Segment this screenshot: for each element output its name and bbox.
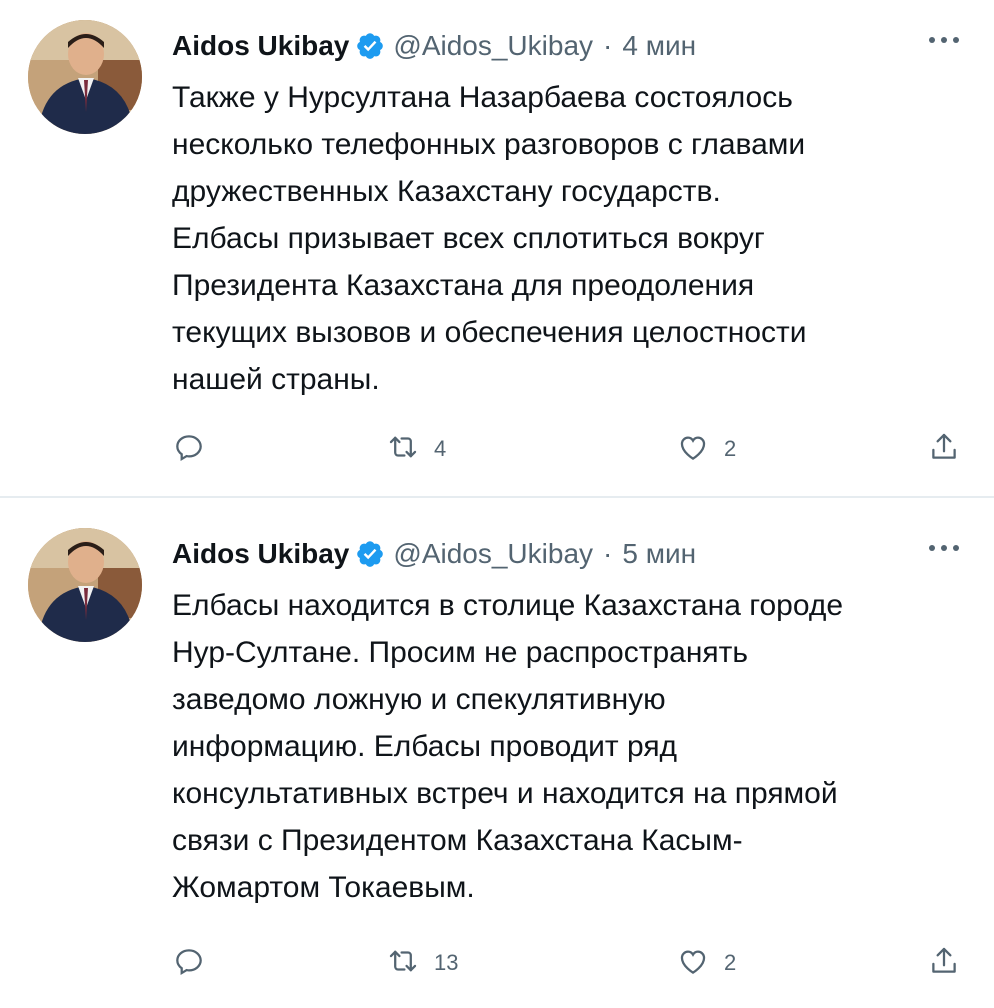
tweet-timestamp[interactable]: 4 мин <box>622 30 696 62</box>
tweet-text-line: Елбасы находится в столице Казахстана го… <box>172 589 844 622</box>
share-icon <box>927 430 961 469</box>
tweet-header: Aidos Ukibay @Aidos_Ukibay · 5 мин <box>172 532 696 576</box>
like-count: 2 <box>724 950 737 975</box>
tweet[interactable]: Aidos Ukibay @Aidos_Ukibay · 4 мин Также… <box>0 0 994 496</box>
like-icon <box>676 944 710 983</box>
reply-button[interactable] <box>172 424 206 474</box>
tweet-text-line: Нур-Султане. Просим не распространять <box>172 636 749 669</box>
tweet-text-line: Президента Казахстана для преодоления <box>172 269 755 302</box>
tweet-text: Также у Нурсултана Назарбаева состоялось… <box>172 74 972 403</box>
reply-icon <box>172 944 206 983</box>
tweet-divider <box>0 496 994 498</box>
author-handle[interactable]: @Aidos_Ukibay <box>393 30 593 62</box>
author-handle[interactable]: @Aidos_Ukibay <box>393 538 593 570</box>
reply-button[interactable] <box>172 938 206 988</box>
tweet-actions: 13 2 <box>172 938 972 988</box>
tweet-text-line: заведомо ложную и спекулятивную <box>172 683 666 716</box>
retweet-count: 4 <box>434 436 447 461</box>
tweet-text: Елбасы находится в столице Казахстана го… <box>172 582 972 911</box>
tweet-timestamp[interactable]: 5 мин <box>622 538 696 570</box>
separator-dot: · <box>603 30 613 61</box>
retweet-icon <box>386 944 420 983</box>
like-icon <box>676 430 710 469</box>
tweet-header: Aidos Ukibay @Aidos_Ukibay · 4 мин <box>172 24 696 68</box>
tweet-text-line: Также у Нурсултана Назарбаева состоялось <box>172 81 793 114</box>
retweet-icon <box>386 430 420 469</box>
verified-badge-icon <box>355 539 385 569</box>
tweet-text-line: нашей страны. <box>172 363 380 396</box>
tweet-text-line: Елбасы призывает всех сплотиться вокруг <box>172 222 765 255</box>
tweet[interactable]: Aidos Ukibay @Aidos_Ukibay · 5 мин Елбас… <box>0 500 994 1008</box>
retweet-button[interactable]: 13 <box>386 938 458 988</box>
tweet-text-line: дружественных Казахстану государств. <box>172 175 721 208</box>
share-icon <box>927 944 961 983</box>
more-icon[interactable] <box>924 538 964 558</box>
share-button[interactable] <box>927 938 961 988</box>
reply-icon <box>172 430 206 469</box>
more-icon[interactable] <box>924 30 964 50</box>
tweet-text-line: консультативных встреч и находится на пр… <box>172 777 838 810</box>
author-name[interactable]: Aidos Ukibay <box>172 538 349 570</box>
like-count: 2 <box>724 436 737 461</box>
avatar[interactable] <box>28 528 142 642</box>
like-button[interactable]: 2 <box>676 938 736 988</box>
like-button[interactable]: 2 <box>676 424 736 474</box>
retweet-button[interactable]: 4 <box>386 424 446 474</box>
verified-badge-icon <box>355 31 385 61</box>
tweet-text-line: информацию. Елбасы проводит ряд <box>172 730 678 763</box>
tweet-text-line: несколько телефонных разговоров с главам… <box>172 128 806 161</box>
tweet-text-line: Жомартом Токаевым. <box>172 871 475 904</box>
share-button[interactable] <box>927 424 961 474</box>
tweet-text-line: текущих вызовов и обеспечения целостност… <box>172 316 807 349</box>
tweet-text-line: связи с Президентом Казахстана Касым- <box>172 824 743 857</box>
tweet-actions: 4 2 <box>172 424 972 474</box>
avatar[interactable] <box>28 20 142 134</box>
author-name[interactable]: Aidos Ukibay <box>172 30 349 62</box>
separator-dot: · <box>603 538 613 569</box>
retweet-count: 13 <box>434 950 459 975</box>
